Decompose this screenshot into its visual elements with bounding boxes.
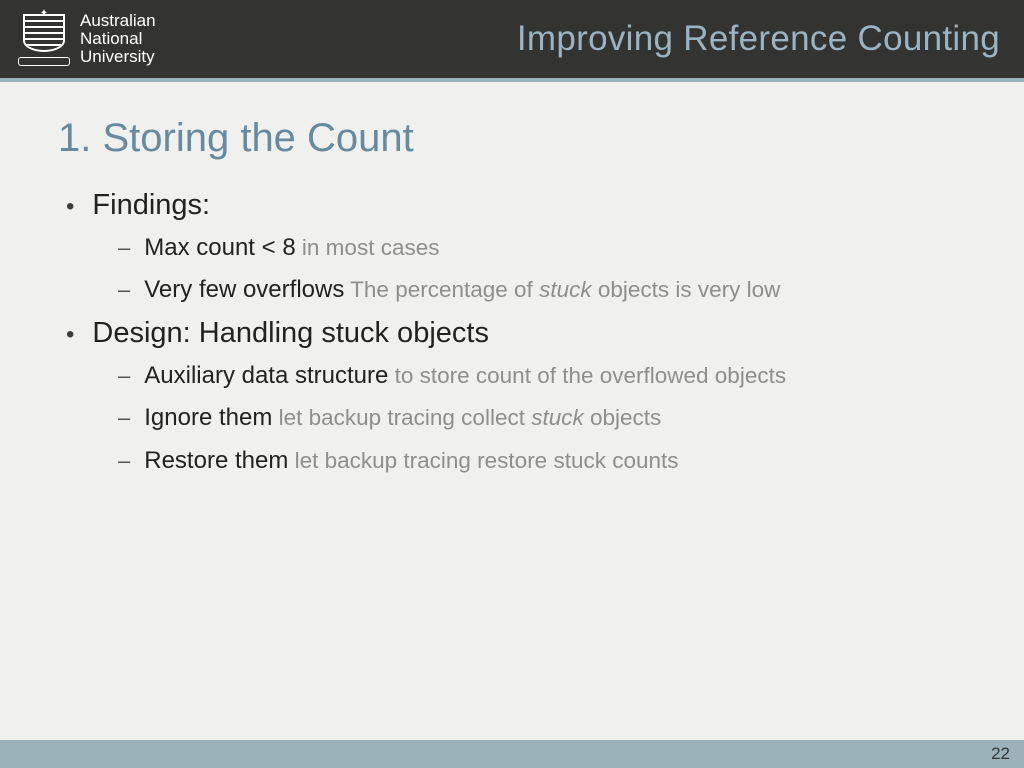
bullet-icon: •	[66, 323, 74, 347]
sub-list-item: – Ignore them let backup tracing collect…	[118, 402, 966, 434]
sub-item-main: Very few overflows	[144, 276, 344, 303]
sub-item-detail: The percentage of stuck objects is very …	[344, 277, 780, 302]
page-number: 22	[991, 744, 1010, 764]
list-item: • Design: Handling stuck objects – Auxil…	[66, 317, 966, 477]
bullet-list: • Findings: – Max count < 8 in most case…	[58, 189, 966, 477]
sub-list-item: – Very few overflows The percentage of s…	[118, 274, 966, 306]
sub-item-main: Auxiliary data structure	[144, 362, 388, 389]
slide: ✦ Australian National University Improvi…	[0, 0, 1024, 768]
sub-item-detail-suffix: objects	[584, 405, 662, 430]
slide-topic: Improving Reference Counting	[517, 19, 1000, 59]
sub-list-item-text: Max count < 8 in most cases	[144, 232, 439, 264]
dash-icon: –	[118, 363, 130, 389]
sub-item-detail: to store count of the overflowed objects	[388, 363, 786, 388]
list-item-text: Findings:	[92, 189, 210, 222]
sub-item-detail-suffix: objects is very low	[592, 277, 781, 302]
university-name-line3: University	[80, 48, 156, 66]
university-name: Australian National University	[80, 12, 156, 66]
list-item-text: Design: Handling stuck objects	[92, 317, 489, 350]
dash-icon: –	[118, 235, 130, 261]
university-name-line2: National	[80, 30, 156, 48]
sub-item-detail-italic: stuck	[539, 277, 592, 302]
sub-item-main: Max count < 8	[144, 234, 295, 261]
sub-list-item-text: Restore them let backup tracing restore …	[144, 445, 678, 477]
sub-list-item-text: Ignore them let backup tracing collect s…	[144, 402, 661, 434]
sub-list: – Auxiliary data structure to store coun…	[66, 360, 966, 477]
sub-list-item: – Restore them let backup tracing restor…	[118, 445, 966, 477]
sub-item-detail-prefix: let backup tracing collect	[272, 405, 531, 430]
sub-list-item-text: Very few overflows The percentage of stu…	[144, 274, 780, 306]
sub-item-main: Ignore them	[144, 404, 272, 431]
header-bar: ✦ Australian National University Improvi…	[0, 0, 1024, 82]
sub-item-detail-italic: stuck	[531, 405, 584, 430]
dash-icon: –	[118, 448, 130, 474]
sub-list-item-text: Auxiliary data structure to store count …	[144, 360, 786, 392]
university-name-line1: Australian	[80, 12, 156, 30]
sub-list-item: – Max count < 8 in most cases	[118, 232, 966, 264]
university-crest-icon: ✦	[18, 14, 70, 64]
sub-list-item: – Auxiliary data structure to store coun…	[118, 360, 966, 392]
sub-item-detail: let backup tracing collect stuck objects	[272, 405, 661, 430]
sub-list: – Max count < 8 in most cases – Very few…	[66, 232, 966, 307]
sub-item-detail: let backup tracing restore stuck counts	[288, 448, 678, 473]
slide-body: 1. Storing the Count • Findings: – Max c…	[0, 82, 1024, 477]
sub-item-detail: in most cases	[296, 235, 440, 260]
slide-title: 1. Storing the Count	[58, 116, 966, 161]
list-item: • Findings: – Max count < 8 in most case…	[66, 189, 966, 307]
sub-item-detail-prefix: The percentage of	[344, 277, 539, 302]
university-logo-block: ✦ Australian National University	[18, 12, 156, 66]
dash-icon: –	[118, 277, 130, 303]
sub-item-main: Restore them	[144, 447, 288, 474]
footer-bar: 22	[0, 740, 1024, 768]
bullet-icon: •	[66, 195, 74, 219]
dash-icon: –	[118, 405, 130, 431]
